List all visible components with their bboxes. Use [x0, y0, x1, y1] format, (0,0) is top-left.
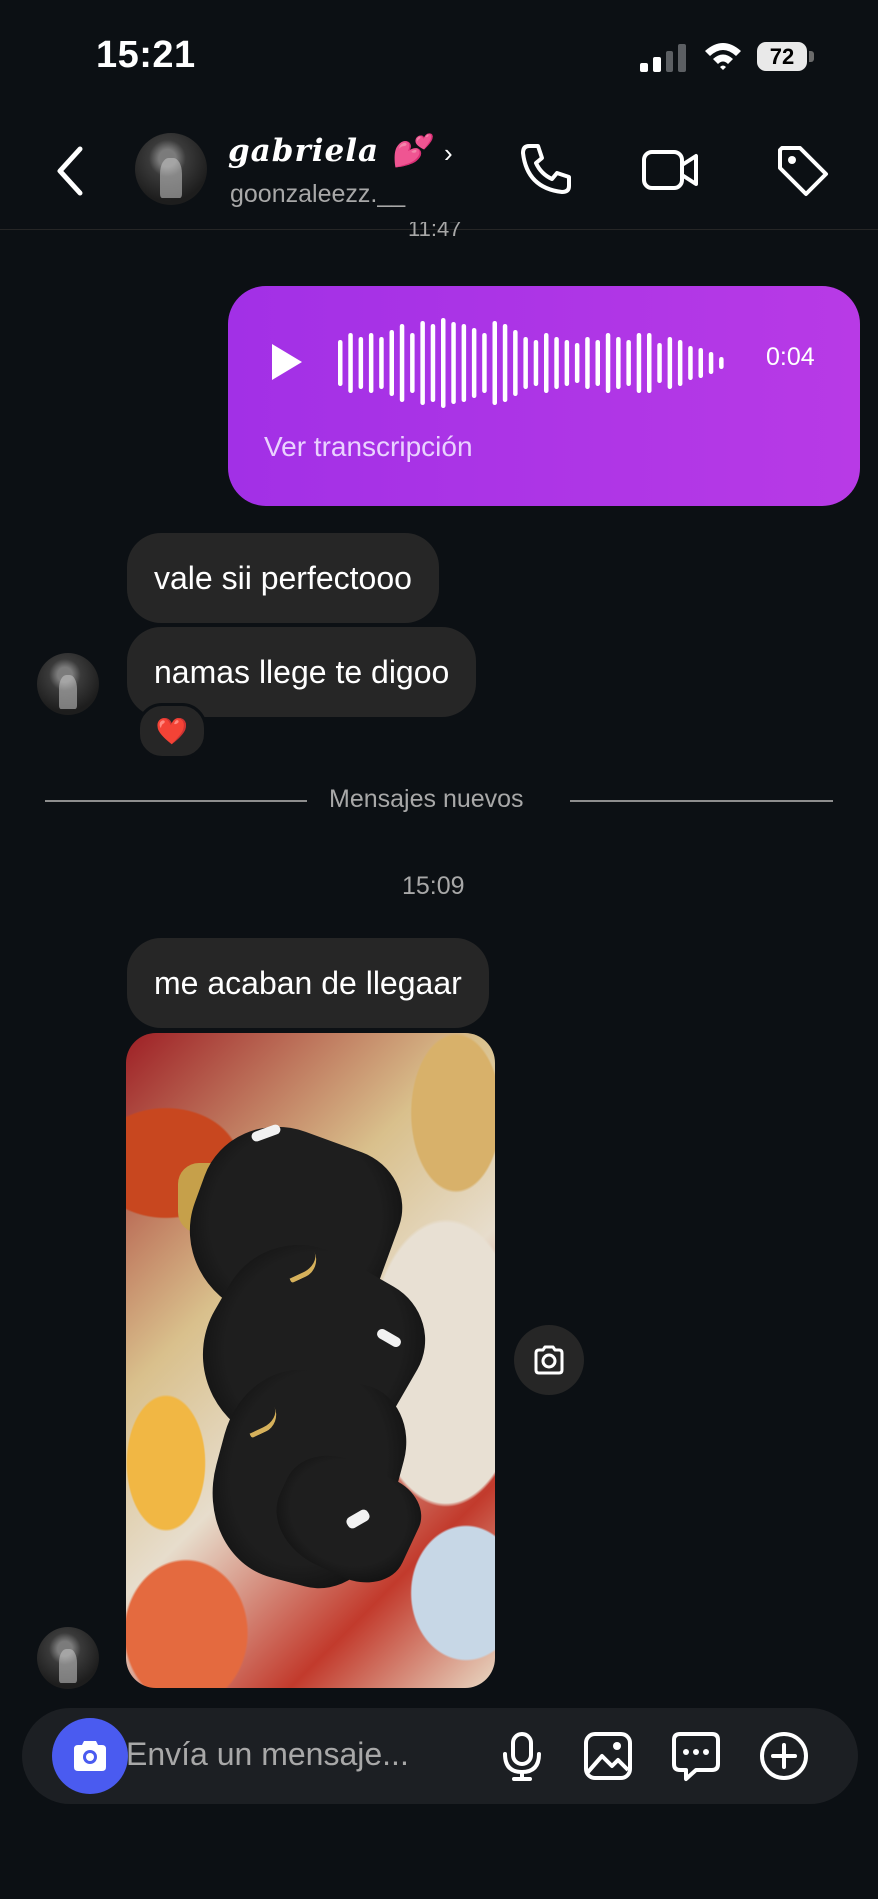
- waveform-bar: [554, 337, 559, 389]
- tag-icon[interactable]: [772, 140, 832, 200]
- waveform-bar: [647, 333, 652, 393]
- back-icon[interactable]: [52, 145, 88, 197]
- waveform-bar: [616, 337, 621, 389]
- camera-button[interactable]: [52, 1718, 128, 1794]
- new-messages-label: Mensajes nuevos: [329, 785, 524, 813]
- sender-avatar[interactable]: [37, 1627, 99, 1689]
- status-time: 15:21: [96, 34, 196, 76]
- message-bubble[interactable]: me acaban de llegaar: [127, 938, 489, 1028]
- waveform-bar: [544, 333, 549, 393]
- waveform-bar: [533, 340, 539, 386]
- gallery-icon[interactable]: [582, 1730, 634, 1782]
- message-composer: Envía un mensaje...: [22, 1708, 858, 1804]
- waveform-bar: [574, 343, 580, 383]
- audio-waveform: [338, 318, 724, 408]
- camera-icon: [534, 1345, 564, 1375]
- waveform-bar: [441, 318, 446, 408]
- waveform-bar: [605, 333, 611, 393]
- message-input[interactable]: Envía un mensaje...: [126, 1736, 409, 1773]
- photo-message[interactable]: [126, 1033, 495, 1688]
- waveform-bar: [502, 324, 508, 402]
- waveform-bar: [410, 333, 415, 393]
- earlier-timestamp: 11:47: [408, 222, 462, 241]
- voice-message-bubble[interactable]: 0:04 Ver transcripción: [228, 286, 860, 506]
- waveform-bar: [420, 321, 425, 405]
- waveform-bar: [368, 333, 374, 393]
- message-bubble[interactable]: vale sii perfectooo: [127, 533, 439, 623]
- waveform-bar: [667, 337, 673, 389]
- divider-line-right: [570, 800, 833, 802]
- waveform-bar: [513, 330, 518, 396]
- waveform-bar: [338, 340, 343, 386]
- play-icon[interactable]: [266, 338, 306, 386]
- message-timestamp: 15:09: [402, 872, 465, 900]
- photo-share-button[interactable]: [514, 1325, 584, 1395]
- phone-call-icon[interactable]: [515, 140, 575, 200]
- waveform-bar: [626, 340, 631, 386]
- waveform-bar: [585, 337, 590, 389]
- waveform-bar: [708, 352, 714, 374]
- contact-name[interactable]: gabriela 💕: [228, 132, 431, 169]
- divider-line-left: [45, 800, 307, 802]
- contact-username[interactable]: goonzaleezz.__: [230, 180, 405, 209]
- waveform-bar: [657, 343, 662, 383]
- voice-duration: 0:04: [766, 343, 815, 371]
- view-transcript-link[interactable]: Ver transcripción: [264, 431, 473, 463]
- waveform-bar: [471, 328, 477, 398]
- waveform-bar: [389, 330, 394, 396]
- wifi-icon: [705, 43, 741, 70]
- sender-avatar[interactable]: [37, 653, 99, 715]
- cellular-signal-icon: [640, 42, 686, 72]
- battery-level: 72: [769, 44, 795, 69]
- sticker-icon[interactable]: [670, 1730, 722, 1782]
- camera-icon: [74, 1741, 106, 1771]
- waveform-bar: [348, 333, 353, 393]
- waveform-bar: [399, 324, 405, 402]
- waveform-bar: [688, 346, 693, 380]
- waveform-bar: [492, 321, 497, 405]
- waveform-bar: [482, 333, 487, 393]
- waveform-bar: [698, 348, 703, 378]
- waveform-bar: [430, 324, 436, 402]
- heart-reaction[interactable]: ❤️: [137, 703, 207, 759]
- waveform-bar: [595, 340, 600, 386]
- chevron-right-icon[interactable]: ›: [444, 138, 453, 169]
- plus-icon[interactable]: [758, 1730, 810, 1782]
- microphone-icon[interactable]: [496, 1730, 548, 1782]
- waveform-bar: [461, 324, 467, 402]
- waveform-bar: [677, 340, 683, 386]
- waveform-bar: [719, 357, 724, 369]
- waveform-bar: [564, 340, 570, 386]
- contact-avatar[interactable]: [135, 133, 207, 205]
- waveform-bar: [636, 333, 642, 393]
- waveform-bar: [523, 337, 528, 389]
- video-call-icon[interactable]: [640, 140, 700, 200]
- battery-icon: 72: [757, 42, 815, 71]
- waveform-bar: [379, 337, 384, 389]
- waveform-bar: [358, 337, 364, 389]
- waveform-bar: [451, 322, 456, 404]
